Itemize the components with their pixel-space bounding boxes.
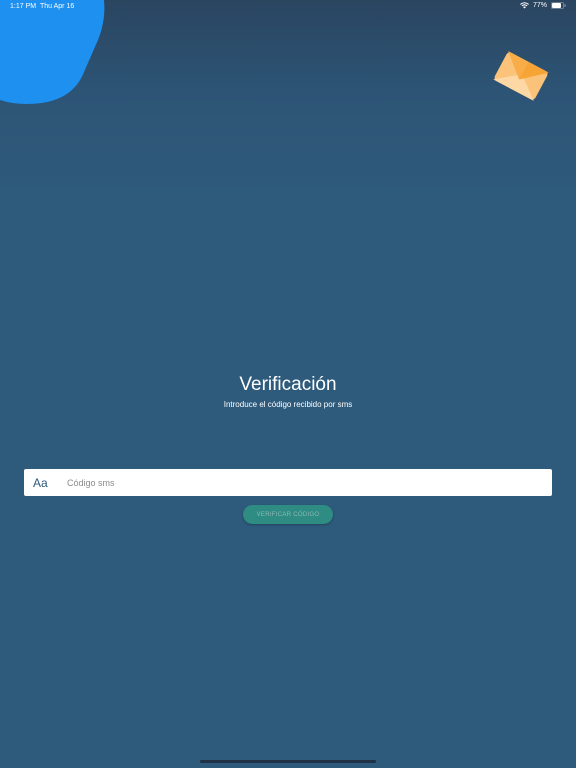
status-indicators: 77% bbox=[519, 2, 566, 9]
sms-code-input[interactable] bbox=[65, 471, 529, 494]
verify-code-button[interactable]: VERIFICAR CÓDIGO bbox=[243, 505, 333, 524]
status-bar: 1:17 PM Thu Apr 16 77% bbox=[0, 0, 576, 14]
battery-percent: 77% bbox=[532, 2, 547, 9]
wifi-icon bbox=[519, 2, 529, 9]
sms-code-field[interactable]: Aa bbox=[24, 469, 552, 496]
decorative-blob bbox=[0, 0, 105, 104]
envelope-icon bbox=[493, 51, 549, 101]
page-title: Verificación bbox=[239, 374, 337, 395]
status-date: Thu Apr 16 bbox=[40, 3, 75, 10]
home-indicator bbox=[200, 760, 376, 763]
page-subtitle: Introduce el código recibido por sms bbox=[223, 400, 353, 409]
status-time: 1:17 PM bbox=[10, 3, 37, 10]
battery-icon bbox=[551, 2, 566, 9]
text-format-icon: Aa bbox=[33, 475, 48, 490]
